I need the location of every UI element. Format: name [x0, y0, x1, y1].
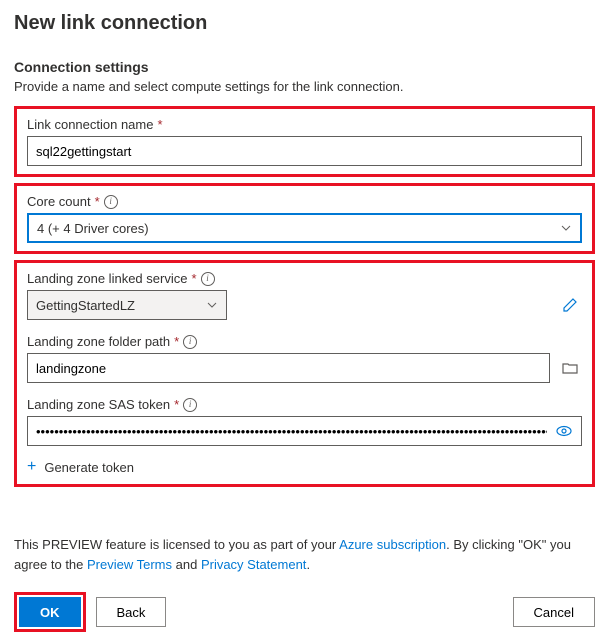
azure-subscription-link[interactable]: Azure subscription [339, 537, 446, 552]
plus-icon: + [27, 458, 36, 476]
generate-token-button[interactable]: + Generate token [27, 458, 582, 476]
lz-path-input[interactable] [27, 353, 550, 383]
back-button[interactable]: Back [96, 597, 167, 627]
folder-icon[interactable] [558, 356, 582, 380]
button-row: OK Back Cancel [14, 592, 595, 632]
highlight-box-landing-zone: Landing zone linked service* i GettingSt… [14, 260, 595, 487]
cancel-button[interactable]: Cancel [513, 597, 595, 627]
required-asterisk: * [157, 117, 162, 132]
preview-note: This PREVIEW feature is licensed to you … [14, 535, 595, 574]
ok-button[interactable]: OK [19, 597, 81, 627]
info-icon[interactable]: i [183, 335, 197, 349]
page-title: New link connection [14, 12, 595, 35]
section-title: Connection settings [14, 59, 595, 75]
chevron-down-icon [560, 222, 572, 234]
required-asterisk: * [191, 271, 196, 286]
required-asterisk: * [174, 334, 179, 349]
chevron-down-icon [206, 299, 218, 311]
core-count-value: 4 (+ 4 Driver cores) [37, 221, 149, 236]
lz-service-value: GettingStartedLZ [36, 298, 135, 313]
link-name-input[interactable] [27, 136, 582, 166]
privacy-statement-link[interactable]: Privacy Statement [201, 557, 307, 572]
required-asterisk: * [95, 194, 100, 209]
highlight-box-ok: OK [14, 592, 86, 632]
lz-service-select[interactable]: GettingStartedLZ [27, 290, 227, 320]
lz-service-label: Landing zone linked service* i [27, 271, 582, 286]
section-subtitle: Provide a name and select compute settin… [14, 79, 595, 94]
lz-sas-input[interactable] [27, 416, 582, 446]
edit-icon[interactable] [558, 293, 582, 317]
info-icon[interactable]: i [201, 272, 215, 286]
lz-sas-label: Landing zone SAS token* i [27, 397, 582, 412]
info-icon[interactable]: i [183, 398, 197, 412]
lz-path-label: Landing zone folder path* i [27, 334, 582, 349]
cores-label: Core count* i [27, 194, 582, 209]
name-label: Link connection name* [27, 117, 582, 132]
core-count-select[interactable]: 4 (+ 4 Driver cores) [27, 213, 582, 243]
eye-icon[interactable] [552, 419, 576, 443]
info-icon[interactable]: i [104, 195, 118, 209]
highlight-box-cores: Core count* i 4 (+ 4 Driver cores) [14, 183, 595, 254]
required-asterisk: * [174, 397, 179, 412]
preview-terms-link[interactable]: Preview Terms [87, 557, 172, 572]
highlight-box-name: Link connection name* [14, 106, 595, 177]
